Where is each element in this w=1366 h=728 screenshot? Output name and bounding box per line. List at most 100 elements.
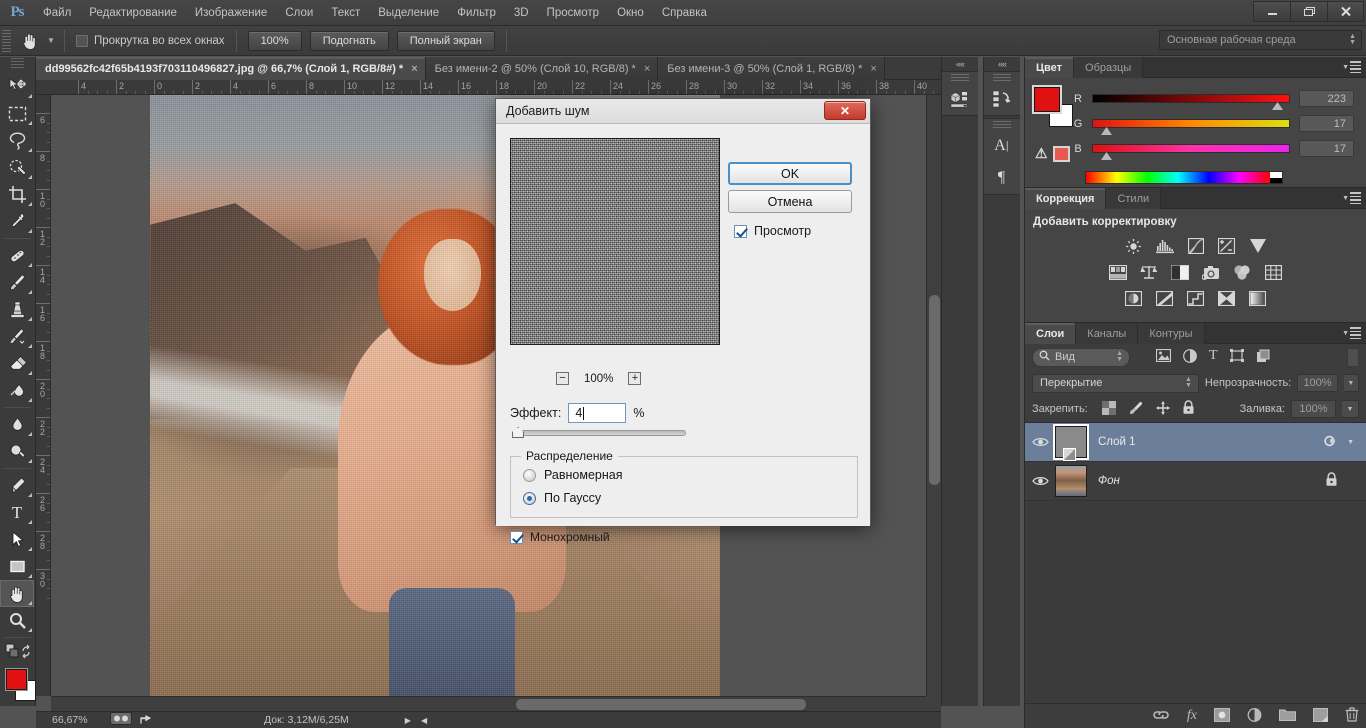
brush-tool[interactable] [0,269,34,296]
canvas-horizontal-scrollbar[interactable] [51,696,926,711]
photo-filter-icon[interactable] [1200,262,1222,282]
cancel-button[interactable]: Отмена [728,190,852,213]
color-spectrum-ramp[interactable] [1085,171,1283,184]
camera-raw-icon[interactable] [110,712,132,728]
crop-tool[interactable] [0,181,34,208]
shape-filter-icon[interactable] [1229,348,1244,366]
menu-type[interactable]: Текст [322,0,369,26]
layer-expand-icon[interactable]: ▼ [1347,439,1354,446]
document-info[interactable]: Док: 3,12M/6,25M [264,714,349,726]
distribution-option-uniform[interactable]: Равномерная [523,468,623,482]
clone-stamp-tool[interactable] [0,296,34,323]
alert-out-of-gamut-icon[interactable]: ⚠ [1035,146,1048,163]
menu-edit[interactable]: Редактирование [80,0,186,26]
lasso-tool[interactable] [0,127,34,154]
new-group-icon[interactable] [1279,708,1296,724]
gradient-map-icon[interactable] [1247,288,1269,308]
blur-tool[interactable] [0,411,34,438]
fit-screen-button[interactable]: Подогнать [309,30,389,51]
share-icon[interactable] [139,712,154,728]
dock-grip[interactable] [993,74,1011,83]
shape-tool[interactable] [0,553,34,580]
r-slider-track[interactable] [1092,94,1290,110]
close-icon[interactable]: × [644,63,650,75]
zoom-tool[interactable] [0,607,34,634]
fx-style-icon[interactable] [1323,434,1338,451]
vertical-ruler[interactable]: 6 8 10 12 14 16 18 20 22 24 26 28 30 [36,95,51,696]
tool-preset-caret-icon[interactable]: ▼ [45,29,57,53]
add-noise-dialog[interactable]: Добавить шум ✕ − 100% + OK Отмена Просмо… [495,98,871,544]
options-bar-grip[interactable] [2,29,11,52]
toolbar-grip[interactable] [11,58,24,70]
vibrance-icon[interactable] [1247,236,1269,256]
minimize-button[interactable] [1253,1,1290,22]
menu-layer[interactable]: Слои [276,0,322,26]
layer-visibility-icon[interactable] [1025,475,1055,487]
fill-dropdown-icon[interactable]: ▼ [1342,400,1359,418]
lock-all-icon[interactable] [1182,400,1195,418]
menu-view[interactable]: Просмотр [538,0,609,26]
close-icon[interactable]: × [411,63,417,75]
opacity-dropdown-icon[interactable]: ▼ [1343,374,1359,392]
tab-adjustments[interactable]: Коррекция [1025,188,1107,209]
history-panel-icon[interactable] [984,83,1019,115]
tab-paths[interactable]: Контуры [1138,323,1205,344]
layer-visibility-icon[interactable] [1025,436,1055,448]
menu-window[interactable]: Окно [608,0,653,26]
menu-select[interactable]: Выделение [369,0,448,26]
eraser-tool[interactable] [0,350,34,377]
black-white-icon[interactable] [1169,262,1191,282]
character-panel-icon[interactable]: A | [984,130,1019,162]
zoom-level[interactable]: 66,67% [36,714,110,726]
horizontal-ruler[interactable]: 4 2 0 2 4 6 8 10 12 14 16 18 20 22 24 26 28 30 32 34 36 38 40 [36,80,941,95]
zoom-in-button[interactable]: + [628,372,642,385]
document-tab-3[interactable]: Без имени-3 @ 50% (Слой 1, RGB/8) * × [658,57,885,80]
type-filter-icon[interactable]: T [1209,348,1218,366]
document-tab-1[interactable]: dd99562fc42f65b4193f703110496827.jpg @ 6… [36,57,426,80]
smartobject-filter-icon[interactable] [1256,349,1270,366]
document-tab-2[interactable]: Без имени-2 @ 50% (Слой 10, RGB/8) * × [425,57,659,80]
channel-value-r[interactable]: 223 [1299,90,1354,107]
hand-tool-icon[interactable] [15,29,45,53]
layer-row-1[interactable]: Слой 1 ▼ [1025,423,1366,462]
collapse-dock-2-icon[interactable]: «« [984,57,1020,71]
lock-image-icon[interactable] [1128,401,1144,418]
healing-brush-tool[interactable] [0,242,34,269]
dialog-title-bar[interactable]: Добавить шум ✕ [496,99,870,124]
hue-saturation-icon[interactable] [1107,262,1129,282]
dodge-tool[interactable] [0,438,34,465]
brightness-contrast-icon[interactable] [1123,236,1145,256]
marquee-tool[interactable] [0,100,34,127]
add-mask-icon[interactable] [1214,707,1230,725]
selective-color-icon[interactable] [1216,288,1238,308]
delete-layer-icon[interactable] [1345,707,1359,725]
exposure-icon[interactable] [1216,236,1238,256]
tab-channels[interactable]: Каналы [1076,323,1139,344]
tab-swatches[interactable]: Образцы [1074,57,1144,78]
new-layer-icon[interactable] [1313,707,1328,725]
lock-transparency-icon[interactable] [1101,400,1116,418]
channel-value-b[interactable]: 17 [1299,140,1354,157]
new-adjustment-icon[interactable] [1247,707,1262,725]
layer-thumbnail[interactable] [1055,465,1087,497]
b-slider-track[interactable] [1092,144,1290,160]
3d-panel-icon[interactable] [942,83,977,115]
menu-3d[interactable]: 3D [505,0,538,26]
curves-icon[interactable] [1185,236,1207,256]
restore-button[interactable] [1290,1,1327,22]
dialog-close-button[interactable]: ✕ [824,101,866,120]
channel-mixer-icon[interactable] [1231,262,1253,282]
scroll-all-windows-checkbox[interactable]: Прокрутка во всех окнах [72,34,229,47]
effect-input[interactable]: 4 [568,403,627,423]
menu-filter[interactable]: Фильтр [448,0,505,26]
history-brush-tool[interactable] [0,323,34,350]
tab-styles[interactable]: Стили [1106,188,1162,209]
close-icon[interactable]: × [870,63,876,75]
effect-slider[interactable] [512,426,686,440]
menu-file[interactable]: Файл [34,0,80,26]
tab-layers[interactable]: Слои [1025,323,1077,344]
add-style-icon[interactable]: fx [1187,708,1197,724]
dock-grip[interactable] [993,121,1011,130]
menu-image[interactable]: Изображение [186,0,276,26]
tab-color[interactable]: Цвет [1025,57,1075,78]
